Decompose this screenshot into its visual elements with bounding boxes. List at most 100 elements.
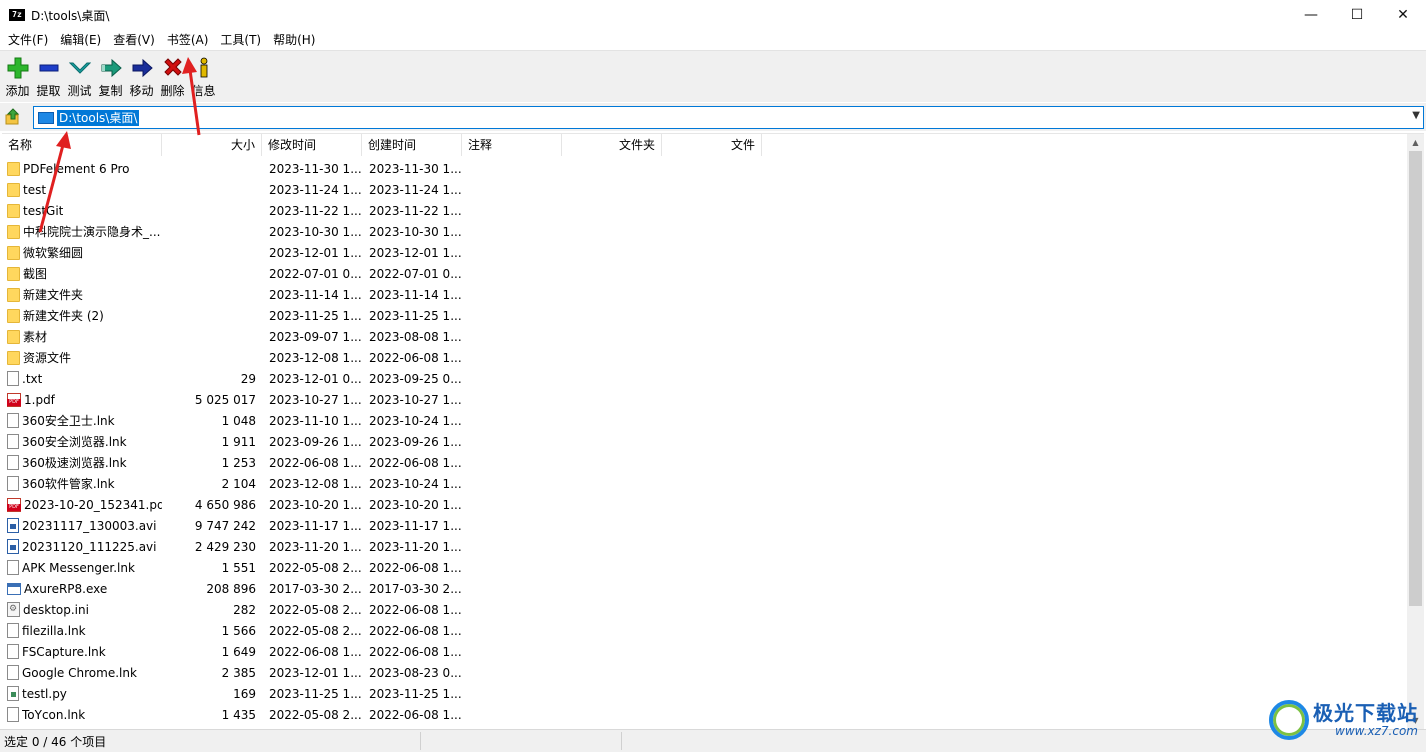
delete-button[interactable]: 删除: [157, 51, 188, 101]
file-name: 360安全卫士.lnk: [22, 414, 115, 428]
cell-name: testGit: [2, 203, 162, 218]
table-row[interactable]: 微软繁细圆 2023-12-01 1... 2023-12-01 1...: [2, 242, 1406, 263]
window-title: D:\tools\桌面\: [31, 8, 110, 23]
cell-size: 1 048: [221, 413, 256, 428]
table-row[interactable]: .txt 29 2023-12-01 0... 2023-09-25 0...: [2, 368, 1406, 389]
table-row[interactable]: 360安全浏览器.lnk 1 911 2023-09-26 1... 2023-09-…: [2, 431, 1406, 452]
cell-name: 20231117_130003.avi: [2, 518, 162, 533]
menu-help[interactable]: 帮助(H): [267, 30, 321, 50]
close-button[interactable]: ✕: [1380, 0, 1426, 30]
cell-created: 2017-03-30 2...: [369, 581, 462, 596]
cell-modified: 2023-11-17 1...: [269, 518, 362, 533]
app-icon: 7z: [9, 9, 25, 21]
file-name: test: [23, 182, 47, 197]
menu-file[interactable]: 文件(F): [2, 30, 54, 50]
cell-name: 微软繁细圆: [2, 244, 162, 261]
table-row[interactable]: ToYcon.lnk 1 435 2022-05-08 2... 2022-06-08…: [2, 704, 1406, 725]
table-row[interactable]: 2023-10-20_152341.pdf 4 650 986 2023-10-20…: [2, 494, 1406, 515]
add-button[interactable]: 添加: [2, 51, 33, 101]
video-icon: [7, 518, 19, 533]
cell-name: 360极速浏览器.lnk: [2, 454, 162, 471]
scroll-up-icon[interactable]: ▲: [1407, 134, 1424, 151]
column-comment[interactable]: 注释: [462, 134, 562, 156]
file-name: 360极速浏览器.lnk: [22, 456, 127, 470]
cell-created: 2023-10-27 1...: [369, 392, 462, 407]
table-row[interactable]: 360极速浏览器.lnk 1 253 2022-06-08 1... 2022-06-…: [2, 452, 1406, 473]
table-row[interactable]: 360软件管家.lnk 2 104 2023-12-08 1... 2023-10-2…: [2, 473, 1406, 494]
column-modified[interactable]: 修改时间: [262, 134, 362, 156]
cell-created: 2023-11-22 1...: [369, 203, 462, 218]
menu-tools[interactable]: 工具(T): [214, 30, 267, 50]
table-row[interactable]: 20231117_130003.avi 9 747 242 2023-11-17 1…: [2, 515, 1406, 536]
cell-size: 1 911: [221, 434, 256, 449]
py-icon: [7, 686, 19, 701]
table-row[interactable]: FSCapture.lnk 1 649 2022-06-08 1... 2022-06…: [2, 641, 1406, 662]
menu-edit[interactable]: 编辑(E): [54, 30, 107, 50]
table-row[interactable]: 1.pdf 5 025 017 2023-10-27 1... 2023-10-27 …: [2, 389, 1406, 410]
table-row[interactable]: 素材 2023-09-07 1... 2023-08-08 1...: [2, 326, 1406, 347]
table-row[interactable]: 资源文件 2023-12-08 1... 2022-06-08 1...: [2, 347, 1406, 368]
cell-name: PDFelement 6 Pro: [2, 161, 162, 176]
copy-button[interactable]: 复制: [95, 51, 126, 101]
cell-created: 2023-10-24 1...: [369, 413, 462, 428]
table-row[interactable]: test 2023-11-24 1... 2023-11-24 1...: [2, 179, 1406, 200]
column-size[interactable]: 大小: [162, 134, 262, 156]
status-divider: [621, 732, 622, 750]
add-icon: [6, 57, 30, 79]
cell-name: testl.py: [2, 686, 162, 701]
table-row[interactable]: 新建文件夹 2023-11-14 1... 2023-11-14 1...: [2, 284, 1406, 305]
scroll-thumb[interactable]: [1409, 151, 1422, 606]
watermark: 极光下载站 www.xz7.com: [1269, 700, 1418, 740]
cell-modified: 2023-12-01 1...: [269, 245, 362, 260]
table-row[interactable]: filezilla.lnk 1 566 2022-05-08 2... 2022-06…: [2, 620, 1406, 641]
cell-modified: 2023-11-25 1...: [269, 308, 362, 323]
table-row[interactable]: AxureRP8.exe 208 896 2017-03-30 2... 2017-0…: [2, 578, 1406, 599]
menu-bookmarks[interactable]: 书签(A): [161, 30, 215, 50]
vertical-scrollbar[interactable]: ▲ ▼: [1407, 134, 1424, 729]
extract-button[interactable]: 提取: [33, 51, 64, 101]
folder-icon: [7, 308, 20, 323]
table-row[interactable]: APK Messenger.lnk 1 551 2022-05-08 2... 202…: [2, 557, 1406, 578]
column-folders[interactable]: 文件夹: [562, 134, 662, 156]
file-list[interactable]: 名称 大小 修改时间 创建时间 注释 文件夹 文件 PDFelement 6 P…: [2, 133, 1424, 729]
cell-name: .txt: [2, 371, 162, 386]
file-name: 360安全浏览器.lnk: [22, 435, 127, 449]
cell-name: filezilla.lnk: [2, 623, 162, 638]
table-row[interactable]: 新建文件夹 (2) 2023-11-25 1... 2023-11-25 1...: [2, 305, 1406, 326]
minimize-button[interactable]: —: [1288, 0, 1334, 30]
menu-view[interactable]: 查看(V): [107, 30, 161, 50]
chevron-down-icon[interactable]: ▼: [1412, 110, 1420, 121]
file-name: 新建文件夹 (2): [23, 309, 104, 323]
table-row[interactable]: 中科院院士演示隐身术_... 2023-10-30 1... 2023-10-30 …: [2, 221, 1406, 242]
test-label: 测试: [67, 84, 92, 98]
watermark-logo-icon: [1269, 700, 1309, 740]
info-button[interactable]: 信息: [188, 51, 219, 101]
table-row[interactable]: 截图 2022-07-01 0... 2022-07-01 0...: [2, 263, 1406, 284]
table-row[interactable]: desktop.ini 282 2022-05-08 2... 2022-06-08 …: [2, 599, 1406, 620]
file-name: 新建文件夹: [23, 288, 84, 302]
folder-icon: [7, 161, 20, 176]
table-row[interactable]: Google Chrome.lnk 2 385 2023-12-01 1... 202…: [2, 662, 1406, 683]
table-row[interactable]: testl.py 169 2023-11-25 1... 2023-11-25 1..…: [2, 683, 1406, 704]
test-button[interactable]: 测试: [64, 51, 95, 101]
table-row[interactable]: 360安全卫士.lnk 1 048 2023-11-10 1... 2023-10-2…: [2, 410, 1406, 431]
address-value[interactable]: D:\tools\桌面\: [57, 109, 140, 126]
cell-size: 4 650 986: [194, 497, 256, 512]
file-name: testGit: [23, 203, 64, 218]
move-button[interactable]: 移动: [126, 51, 157, 101]
table-row[interactable]: 20231120_111225.avi 2 429 230 2023-11-20 1…: [2, 536, 1406, 557]
table-row[interactable]: testGit 2023-11-22 1... 2023-11-22 1...: [2, 200, 1406, 221]
up-folder-button[interactable]: [0, 104, 26, 130]
column-name[interactable]: 名称: [2, 134, 162, 156]
cell-name: 新建文件夹: [2, 286, 162, 303]
move-label: 移动: [129, 84, 154, 98]
file-name: testl.py: [22, 686, 67, 701]
column-files[interactable]: 文件: [662, 134, 762, 156]
maximize-button[interactable]: ☐: [1334, 0, 1380, 30]
column-created[interactable]: 创建时间: [362, 134, 462, 156]
cell-name: 素材: [2, 328, 162, 345]
table-row[interactable]: PDFelement 6 Pro 2023-11-30 1... 2023-11-3…: [2, 158, 1406, 179]
cell-created: 2023-11-25 1...: [369, 308, 462, 323]
address-input[interactable]: D:\tools\桌面\ ▼: [33, 106, 1424, 129]
cell-modified: 2022-05-08 2...: [269, 560, 362, 575]
